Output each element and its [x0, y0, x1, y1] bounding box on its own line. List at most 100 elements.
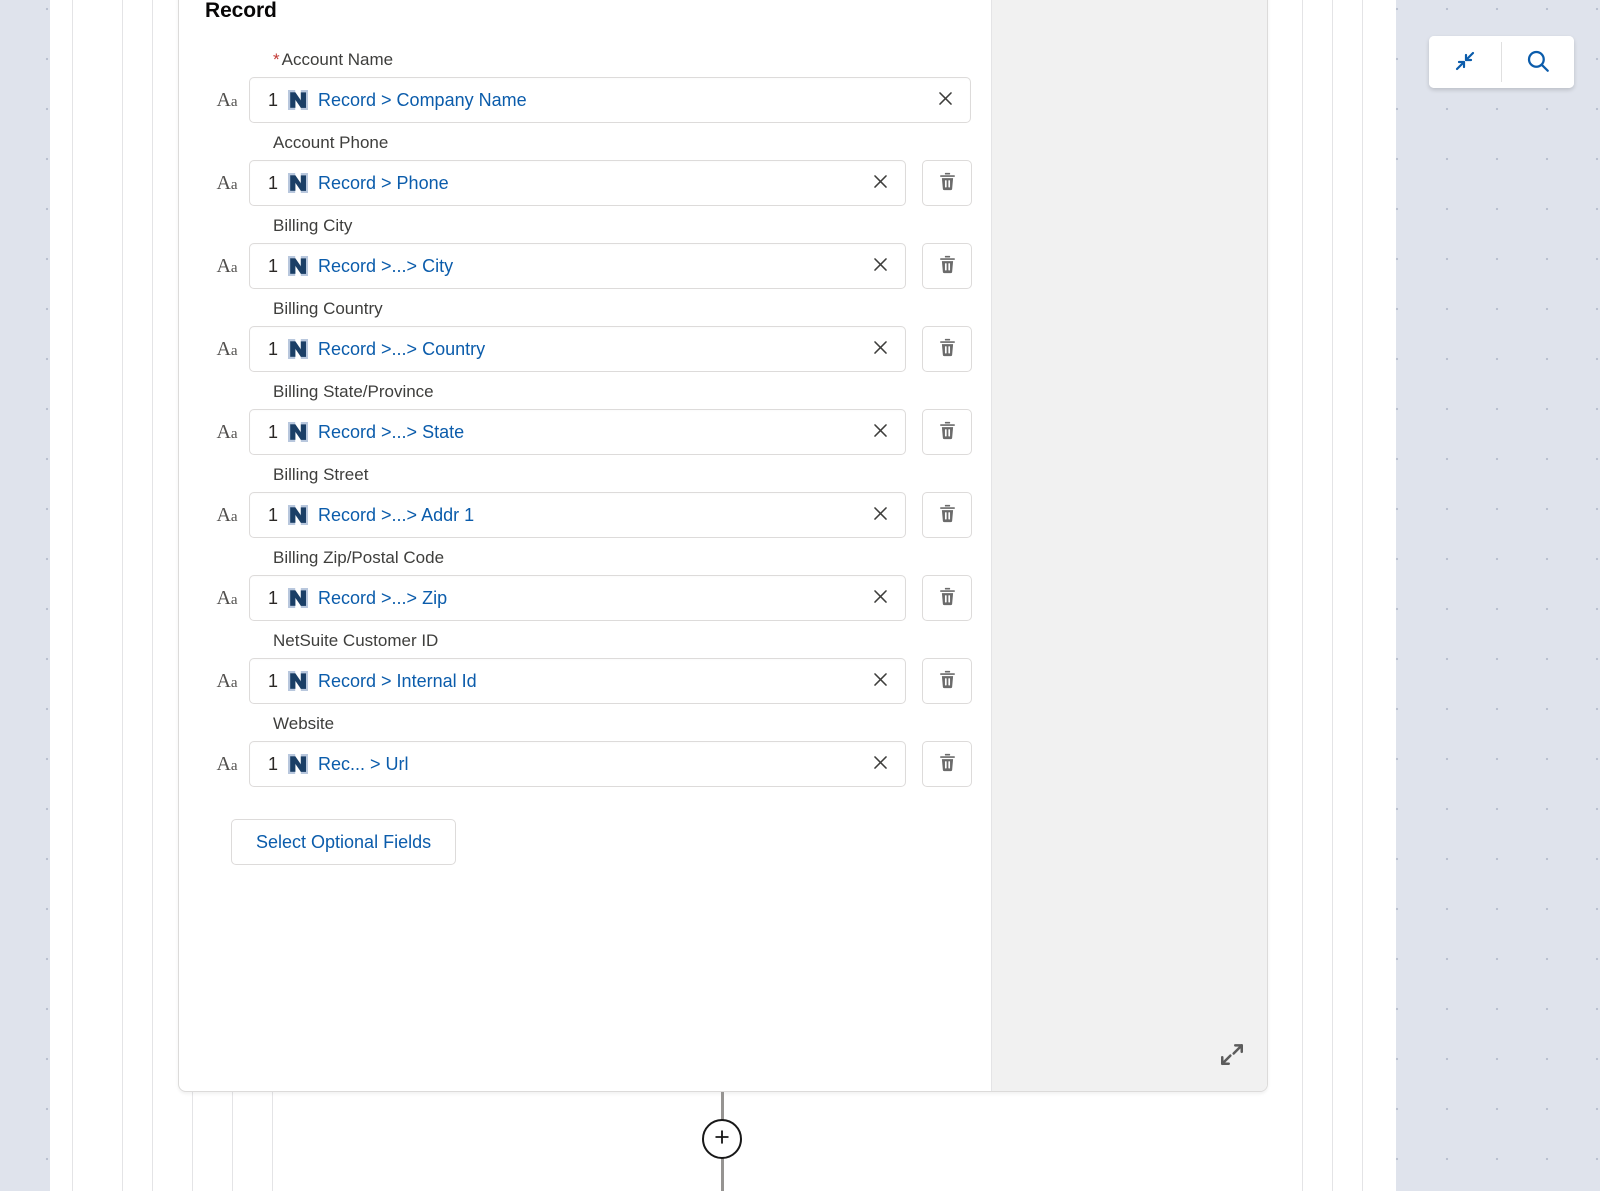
clear-field-button[interactable]: [863, 581, 897, 615]
delete-field-button[interactable]: [922, 243, 972, 289]
field-label-text: Billing Country: [273, 299, 383, 318]
close-x-icon: [871, 753, 890, 775]
text-type-icon: Aa: [216, 587, 238, 609]
collapse-view-button[interactable]: [1429, 36, 1501, 88]
clear-field-button[interactable]: [863, 332, 897, 366]
text-type-icon: Aa: [216, 421, 238, 443]
field-input-row: Aa 1 Record > Company Name: [205, 77, 993, 123]
clear-field-button[interactable]: [863, 166, 897, 200]
text-type-icon: Aa: [216, 753, 238, 775]
field-label: Billing Country: [273, 298, 993, 320]
field-mapping-row: Billing City Aa 1 Record >...> City: [205, 215, 993, 289]
merge-field-path: Record >...> State: [318, 421, 465, 442]
field-mapping-row: Billing Zip/Postal Code Aa 1 Record >...> Z…: [205, 547, 993, 621]
clear-field-button[interactable]: [863, 249, 897, 283]
required-asterisk: *: [273, 50, 280, 69]
clear-field-button[interactable]: [863, 498, 897, 532]
field-label-text: Billing Zip/Postal Code: [273, 548, 445, 567]
record-card-body: Record * Account Name Aa 1 Record > Company …: [179, 0, 993, 865]
close-x-icon: [871, 172, 890, 194]
field-label: Billing City: [273, 215, 993, 237]
merge-field-index: 1: [268, 670, 279, 691]
close-x-icon: [871, 338, 890, 360]
field-value-input[interactable]: 1 Rec... > Url: [249, 741, 906, 787]
field-value-input[interactable]: 1 Record >...> Addr 1: [249, 492, 906, 538]
search-icon: [1525, 48, 1551, 77]
field-value-input[interactable]: 1 Record >...> Zip: [249, 575, 906, 621]
delete-field-button[interactable]: [922, 160, 972, 206]
field-input-row: Aa 1 Record >...> Zip: [205, 575, 993, 621]
merge-field-index: 1: [268, 255, 279, 276]
delete-field-button[interactable]: [922, 409, 972, 455]
field-mapping-row: Billing Country Aa 1 Record >...> Country: [205, 298, 993, 372]
lane-divider-0: [72, 0, 73, 1191]
merge-field-path: Record >...> Addr 1: [318, 504, 475, 525]
field-value-input[interactable]: 1 Record > Internal Id: [249, 658, 906, 704]
delete-field-button[interactable]: [922, 741, 972, 787]
merge-field-path: Record >...> Country: [318, 338, 486, 359]
merge-field-path: Rec... > Url: [318, 753, 409, 774]
search-canvas-button[interactable]: [1502, 36, 1574, 88]
field-label-text: Billing City: [273, 216, 353, 235]
record-node-card[interactable]: Record * Account Name Aa 1 Record > Company …: [178, 0, 1268, 1092]
clear-field-button[interactable]: [928, 83, 962, 117]
delete-field-button[interactable]: [922, 492, 972, 538]
trash-icon: [937, 752, 958, 776]
trash-icon: [937, 337, 958, 361]
field-value-input[interactable]: 1 Record > Company Name: [249, 77, 971, 123]
card-side-panel: [991, 0, 1267, 1091]
field-mapping-row: Website Aa 1 Rec... > Url: [205, 713, 993, 787]
field-label-text: NetSuite Customer ID: [273, 631, 439, 650]
lane-divider-7: [1332, 0, 1333, 1191]
close-x-icon: [871, 504, 890, 526]
field-value-input[interactable]: 1 Record >...> Country: [249, 326, 906, 372]
clear-field-button[interactable]: [863, 664, 897, 698]
field-input-row: Aa 1 Rec... > Url: [205, 741, 993, 787]
text-type-icon: Aa: [216, 172, 238, 194]
clear-field-button[interactable]: [863, 415, 897, 449]
delete-field-button[interactable]: [922, 575, 972, 621]
field-label: Billing Zip/Postal Code: [273, 547, 993, 569]
close-x-icon: [871, 421, 890, 443]
close-x-icon: [871, 255, 890, 277]
trash-icon: [937, 503, 958, 527]
field-label-text: Billing Street: [273, 465, 369, 484]
add-element-button[interactable]: [702, 1119, 742, 1159]
field-label: Website: [273, 713, 993, 735]
select-optional-fields-button[interactable]: Select Optional Fields: [231, 819, 457, 865]
delete-field-button[interactable]: [922, 658, 972, 704]
field-mapping-row: NetSuite Customer ID Aa 1 Record > Internal…: [205, 630, 993, 704]
merge-field-path: Record > Company Name: [318, 89, 527, 110]
merge-field-index: 1: [268, 89, 279, 110]
field-mapping-row: Billing State/Province Aa 1 Record >...> St…: [205, 381, 993, 455]
expand-diagonal-icon[interactable]: [1219, 1041, 1245, 1067]
field-value-input[interactable]: 1 Record > Phone: [249, 160, 906, 206]
field-input-row: Aa 1 Record >...> Addr 1: [205, 492, 993, 538]
netsuite-logo-icon: [287, 670, 309, 692]
collapse-arrows-icon: [1453, 49, 1477, 76]
page-title: Record: [205, 0, 277, 22]
close-x-icon: [871, 587, 890, 609]
field-label: Billing State/Province: [273, 381, 993, 403]
field-label-text: Website: [273, 714, 335, 733]
delete-field-button[interactable]: [922, 326, 972, 372]
merge-field-index: 1: [268, 753, 279, 774]
lane-divider-6: [1302, 0, 1303, 1191]
lane-divider-1: [122, 0, 123, 1191]
field-label: * Account Name: [273, 49, 993, 71]
merge-field-index: 1: [268, 587, 279, 608]
text-type-icon: Aa: [216, 255, 238, 277]
trash-icon: [937, 586, 958, 610]
merge-field-path: Record >...> City: [318, 255, 454, 276]
plus-icon: [712, 1127, 732, 1152]
netsuite-logo-icon: [287, 753, 309, 775]
field-value-input[interactable]: 1 Record >...> City: [249, 243, 906, 289]
field-label-text: Billing State/Province: [273, 382, 434, 401]
field-mapping-list: * Account Name Aa 1 Record > Company Name Acc…: [205, 49, 993, 787]
field-input-row: Aa 1 Record >...> City: [205, 243, 993, 289]
merge-field-path: Record > Internal Id: [318, 670, 477, 691]
field-value-input[interactable]: 1 Record >...> State: [249, 409, 906, 455]
clear-field-button[interactable]: [863, 747, 897, 781]
field-mapping-row: Account Phone Aa 1 Record > Phone: [205, 132, 993, 206]
text-type-icon: Aa: [216, 338, 238, 360]
